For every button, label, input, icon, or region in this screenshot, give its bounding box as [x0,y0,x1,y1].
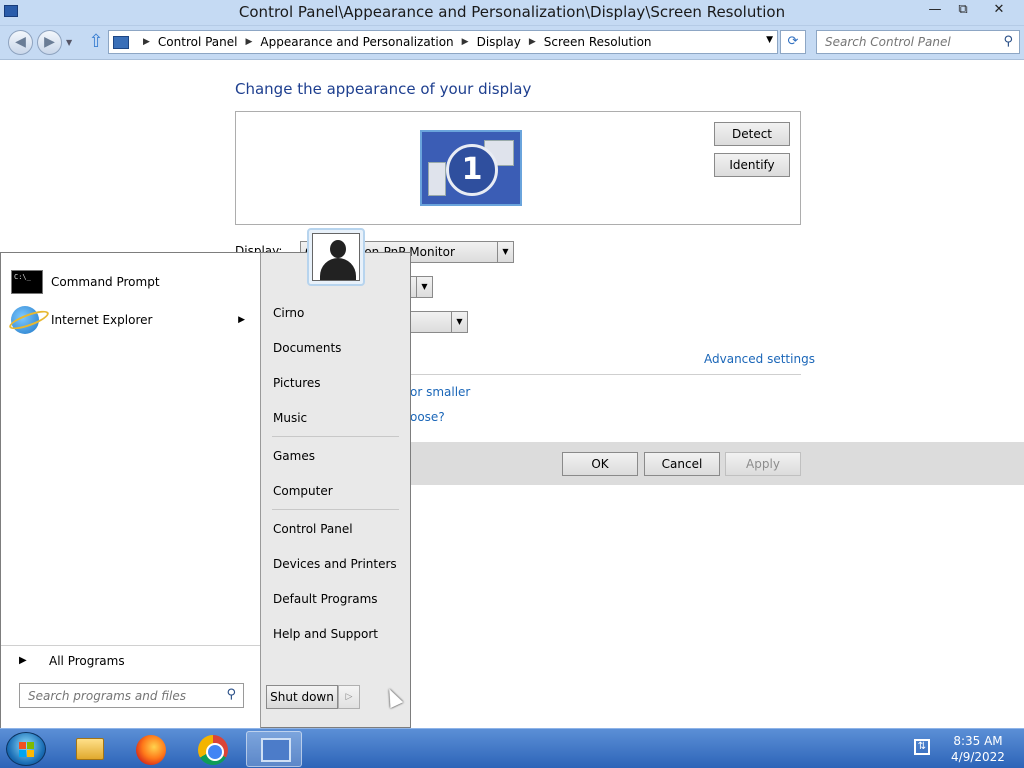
shut-down-options-button[interactable]: ▷ [338,685,360,709]
search-box[interactable]: ⚲ [816,30,1020,54]
windows-logo-icon [19,742,35,758]
monitor-preview-panel: 1 Detect Identify [235,111,801,225]
window-title: Control Panel\Appearance and Personaliza… [238,3,786,21]
control-panel-icon [113,35,129,49]
apply-button[interactable]: Apply [725,452,801,476]
taskbar-chrome-button[interactable] [184,731,240,767]
start-item-devices-printers[interactable]: Devices and Printers [273,557,397,571]
divider [360,374,801,375]
start-item-documents[interactable]: Documents [273,341,341,355]
taskbar-control-panel-button[interactable] [246,731,302,767]
taskbar [0,728,1024,768]
breadcrumb-separator-icon[interactable]: ▶ [462,37,469,47]
forward-arrow-icon: ▶ [44,34,55,50]
control-panel-icon [261,738,291,762]
system-clock[interactable]: 8:35 AM 4/9/2022 [938,733,1018,765]
breadcrumb-appearance[interactable]: Appearance and Personalization [260,35,453,49]
firefox-icon [136,735,166,765]
start-item-user-folder[interactable]: Cirno [273,306,304,320]
breadcrumb-display[interactable]: Display [477,35,521,49]
close-button[interactable]: ✕ [984,0,1014,22]
monitor-1-icon[interactable]: 1 [420,130,522,206]
pinned-item-label: Internet Explorer [51,313,153,327]
refresh-button[interactable]: ⟳ [780,30,806,54]
chevron-down-icon: ▼ [451,312,467,332]
restore-button[interactable]: ⧉ [948,0,978,22]
up-arrow-icon[interactable]: ⇧ [86,32,106,54]
all-programs-button[interactable]: ▶ All Programs [1,645,260,675]
back-button[interactable]: ◀ [8,30,33,55]
user-picture-icon [312,233,360,281]
pinned-command-prompt[interactable]: C:\_ Command Prompt [11,265,253,299]
window-titlebar: Control Panel\Appearance and Personaliza… [0,0,1024,26]
chrome-icon [198,735,228,765]
breadcrumb-separator-icon[interactable]: ▶ [143,37,150,47]
chevron-down-icon: ▼ [497,242,513,262]
start-button[interactable] [6,732,46,766]
internet-explorer-icon [11,306,39,334]
back-arrow-icon: ◀ [15,34,26,50]
start-menu: C:\_ Command Prompt Internet Explorer ▶ … [0,252,411,729]
network-icon[interactable]: ⇅ [914,739,930,755]
breadcrumb-screen-resolution[interactable]: Screen Resolution [544,35,652,49]
expand-arrow-icon: ▶ [19,655,27,666]
start-item-pictures[interactable]: Pictures [273,376,321,390]
recent-pages-chevron-icon[interactable]: ▼ [66,38,72,47]
taskbar-explorer-button[interactable] [60,731,116,767]
monitor-number: 1 [446,144,498,196]
start-search-input[interactable] [20,684,210,707]
identify-button[interactable]: Identify [714,153,790,177]
breadcrumb-separator-icon[interactable]: ▶ [529,37,536,47]
taskbar-firefox-button[interactable] [122,731,178,767]
breadcrumb-control-panel[interactable]: Control Panel [158,35,238,49]
window-thumbnail [428,162,446,196]
shut-down-button[interactable]: Shut down [266,685,338,709]
start-menu-programs-pane: C:\_ Command Prompt Internet Explorer ▶ … [1,253,261,729]
settings-help-link[interactable]: oose? [410,410,445,424]
user-avatar[interactable] [307,228,365,286]
cancel-button[interactable]: Cancel [644,452,720,476]
start-item-help-support[interactable]: Help and Support [273,627,378,641]
start-item-music[interactable]: Music [273,411,307,425]
start-search-box[interactable]: ⚲ [19,683,244,708]
search-icon[interactable]: ⚲ [1003,34,1013,49]
forward-button[interactable]: ▶ [37,30,62,55]
command-prompt-icon: C:\_ [11,270,43,294]
chevron-right-icon: ▷ [345,692,353,702]
page-title: Change the appearance of your display [235,80,532,98]
detect-button[interactable]: Detect [714,122,790,146]
address-toolbar: ◀ ▶ ▼ ⇧ ▶ Control Panel ▶ Appearance and… [0,26,1024,60]
breadcrumb-separator-icon[interactable]: ▶ [246,37,253,47]
clock-time: 8:35 AM [953,734,1003,748]
search-input[interactable] [817,31,987,53]
text-size-link[interactable]: or smaller [410,385,470,399]
refresh-icon: ⟳ [787,34,799,49]
start-item-control-panel[interactable]: Control Panel [273,522,353,536]
pinned-internet-explorer[interactable]: Internet Explorer ▶ [11,303,253,337]
submenu-arrow-icon[interactable]: ▶ [238,315,245,325]
search-icon[interactable]: ⚲ [226,687,236,702]
clock-date: 4/9/2022 [951,750,1005,764]
address-dropdown-icon[interactable]: ▼ [766,35,773,45]
start-item-computer[interactable]: Computer [273,484,333,498]
start-menu-separator [272,509,399,510]
pinned-item-label: Command Prompt [51,275,160,289]
minimize-button[interactable]: — [920,0,950,22]
chevron-down-icon: ▼ [416,277,432,297]
ok-button[interactable]: OK [562,452,638,476]
windows-explorer-icon [76,738,104,760]
start-menu-separator [272,436,399,437]
start-item-default-programs[interactable]: Default Programs [273,592,378,606]
all-programs-label: All Programs [49,654,125,668]
breadcrumb[interactable]: ▶ Control Panel ▶ Appearance and Persona… [108,30,778,54]
advanced-settings-link[interactable]: Advanced settings [704,352,815,366]
start-item-games[interactable]: Games [273,449,315,463]
